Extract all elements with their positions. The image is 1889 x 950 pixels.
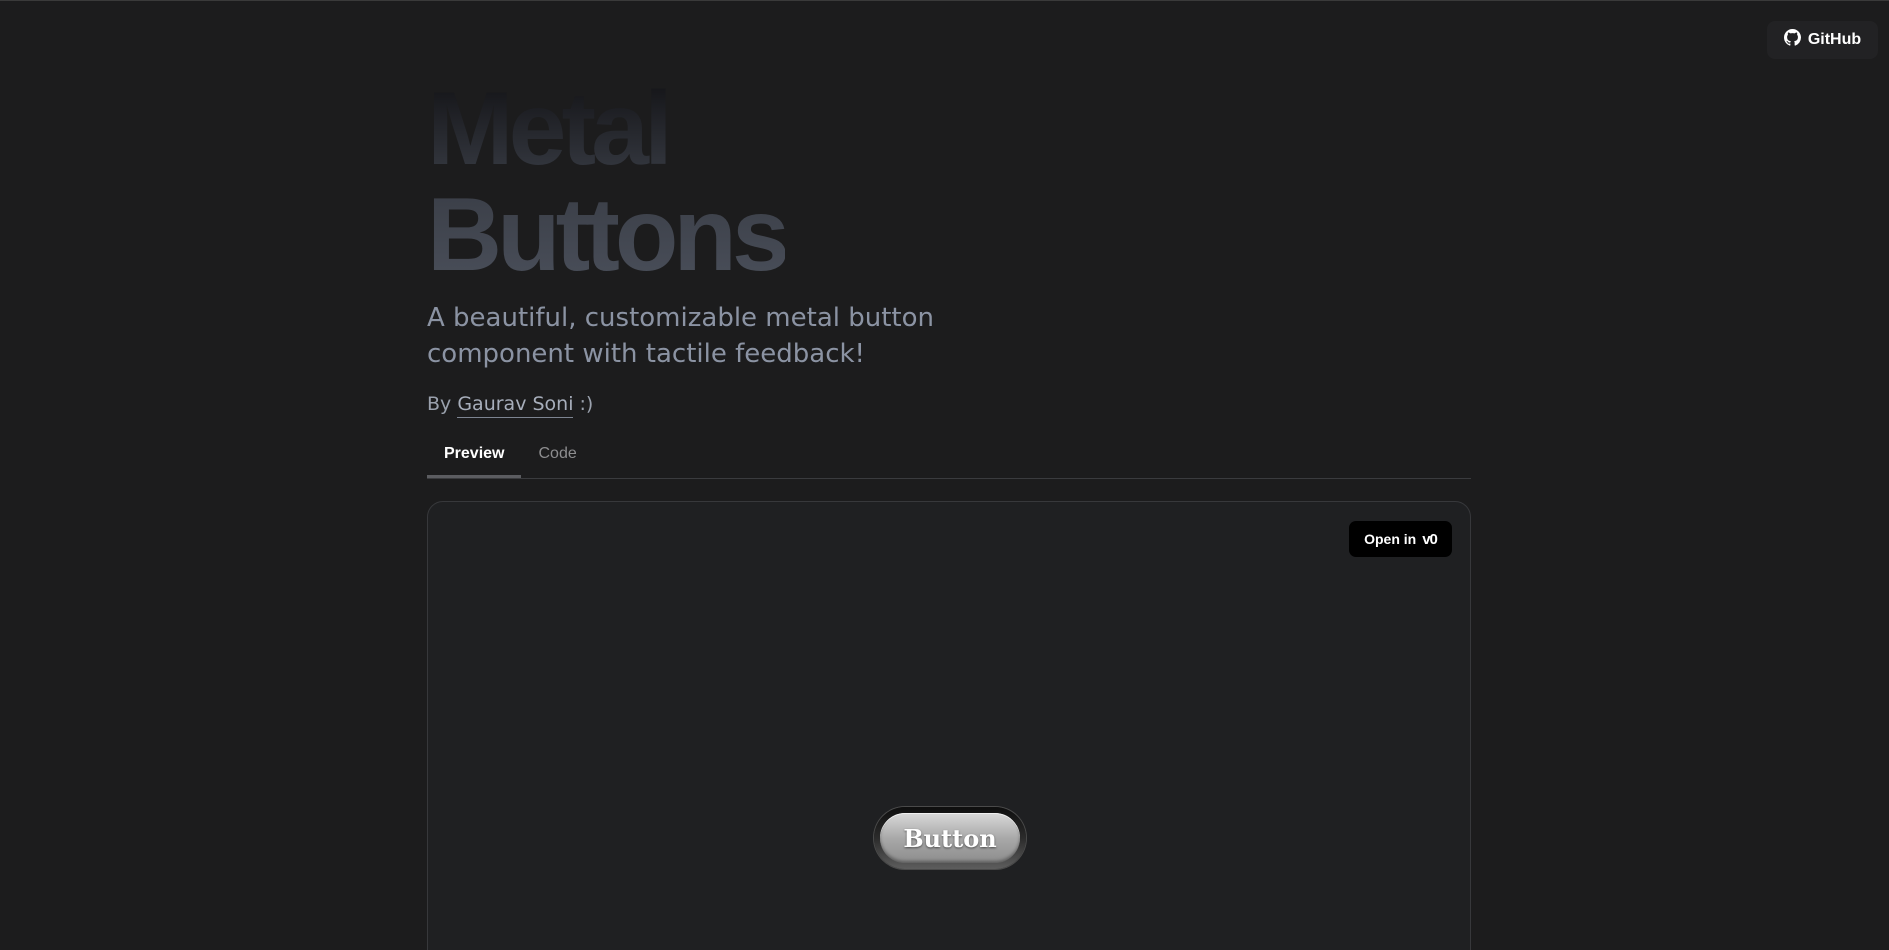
open-in-label: Open in — [1364, 531, 1417, 547]
title-line-2: Buttons — [427, 177, 785, 293]
github-icon — [1783, 29, 1801, 51]
metal-button[interactable]: Button — [880, 813, 1020, 863]
page-title: Metal Buttons — [427, 76, 785, 288]
byline-prefix: By — [427, 393, 452, 415]
title-line-1: Metal — [427, 71, 668, 187]
tab-preview[interactable]: Preview — [427, 436, 522, 478]
open-in-v0-button[interactable]: Open in v0 — [1349, 521, 1452, 557]
byline-suffix: :) — [579, 393, 594, 415]
tab-bar: Preview Code — [427, 436, 1471, 479]
author-link[interactable]: Gaurav Soni — [457, 393, 574, 418]
subtitle: A beautiful, customizable metal button c… — [427, 303, 934, 369]
tab-code[interactable]: Code — [521, 436, 593, 478]
v0-logo-icon: v0 — [1422, 530, 1438, 548]
metal-button-frame: Button — [874, 807, 1026, 869]
byline: By Gaurav Soni :) — [427, 393, 594, 418]
github-button[interactable]: GitHub — [1767, 21, 1878, 59]
preview-panel: Open in v0 Button — [427, 501, 1471, 950]
main-container: Metal Buttons A beautiful, customizable … — [427, 0, 1471, 950]
github-label: GitHub — [1807, 31, 1862, 48]
